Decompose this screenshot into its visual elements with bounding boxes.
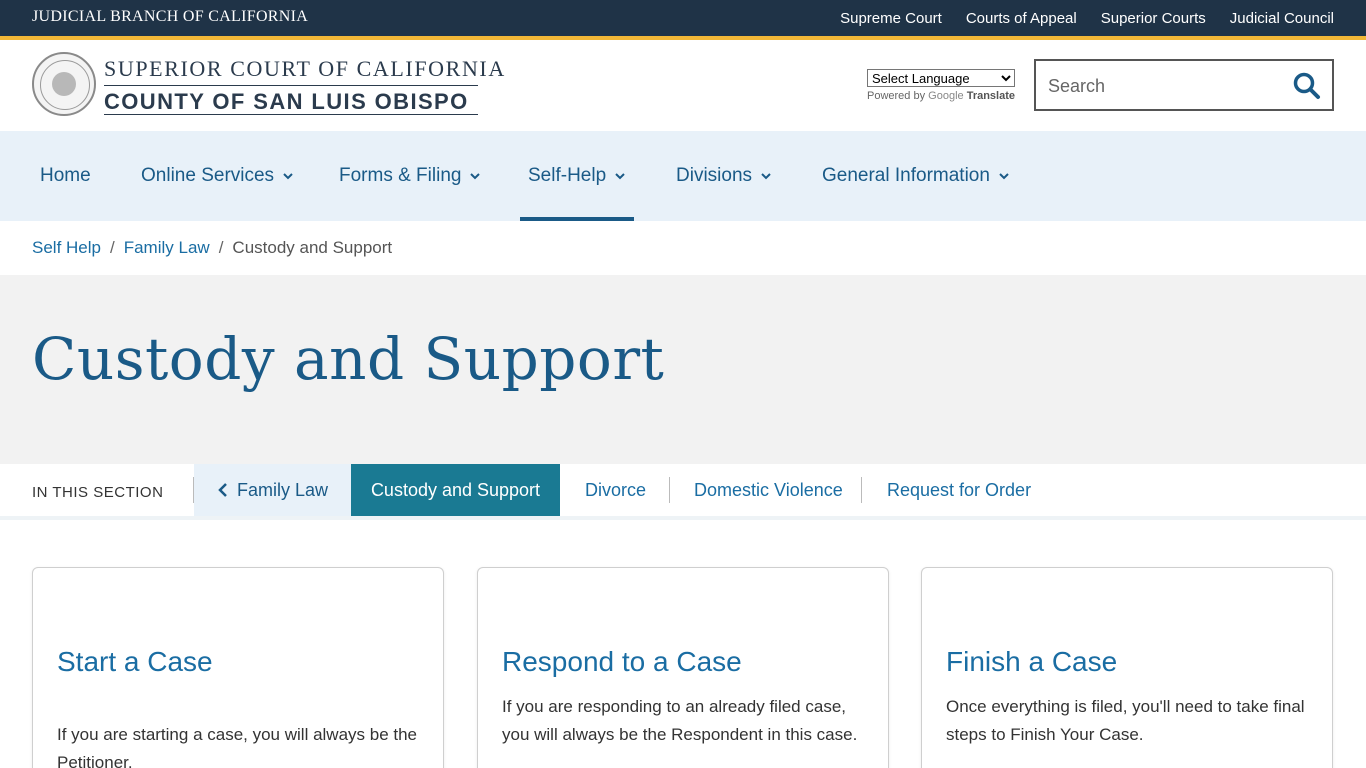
site-header: SUPERIOR COURT OF CALIFORNIA COUNTY OF S… [0,40,1366,131]
section-back-label: Family Law [236,479,329,500]
top-link-judicial-council[interactable]: Judicial Council [1230,10,1334,27]
nav-item-label: Divisions [676,165,753,186]
top-links: Supreme Court Courts of Appeal Superior … [816,0,1334,36]
section-underline [0,516,1366,520]
card-respond-to-a-case[interactable]: Respond to a Case If you are responding … [477,567,889,768]
google-logo-text: Google [928,90,964,102]
nav-item-general-information[interactable]: General Information [822,131,1010,221]
section-tab-domestic-violence[interactable]: Domestic Violence [694,464,843,516]
chevron-down-icon [615,173,625,180]
nav-item-label: Self-Help [528,165,607,186]
card-finish-a-case[interactable]: Finish a Case Once everything is filed, … [921,567,1333,768]
top-link-courts-of-appeal[interactable]: Courts of Appeal [966,10,1077,27]
chevron-down-icon [470,173,481,180]
page-hero: Custody and Support [0,275,1366,464]
section-divider [861,477,862,503]
breadcrumb-current: Custody and Support [232,238,393,257]
nav-item-forms-filing[interactable]: Forms & Filing [339,131,481,221]
nav-item-divisions[interactable]: Divisions [676,131,772,221]
powered-by-text: Powered by [867,90,926,102]
section-back-family-law[interactable]: Family Law [194,464,351,516]
search-input[interactable] [1048,73,1278,99]
breadcrumb-separator: / [218,238,224,257]
section-label: IN THIS SECTION [32,484,164,501]
section-tab-divorce[interactable]: Divorce [585,464,646,516]
top-link-supreme-court[interactable]: Supreme Court [840,10,942,27]
section-divider [669,477,670,503]
card-title[interactable]: Respond to a Case [502,646,742,678]
breadcrumb-separator: / [109,238,115,257]
chevron-down-icon [761,173,771,180]
card-title[interactable]: Finish a Case [946,646,1117,678]
top-link-superior-courts[interactable]: Superior Courts [1101,10,1206,27]
nav-item-self-help[interactable]: Self-Help [519,131,635,221]
breadcrumb-self-help[interactable]: Self Help [32,238,101,258]
breadcrumb-family-law[interactable]: Family Law [124,238,210,258]
judicial-branch-name[interactable]: JUDICIAL BRANCH OF CALIFORNIA [32,8,308,26]
chevron-down-icon [999,173,1009,180]
section-navigation: IN THIS SECTION Family Law Custody and S… [0,464,1366,516]
court-name-line2[interactable]: COUNTY OF SAN LUIS OBISPO [104,89,469,115]
search-box [1034,59,1334,111]
nav-item-label: Home [40,165,91,186]
section-tab-custody-support[interactable]: Custody and Support [351,464,560,516]
main-navigation: Home Online Services Forms & Filing Self… [0,131,1366,221]
chevron-down-icon [283,173,293,180]
translate-link[interactable]: Translate [967,90,1015,102]
breadcrumb: Self Help / Family Law / Custody and Sup… [32,237,392,259]
section-tab-request-for-order[interactable]: Request for Order [887,464,1031,516]
chevron-left-icon [218,483,227,497]
language-select[interactable]: Select Language [867,69,1015,87]
nav-item-label: Forms & Filing [339,165,462,186]
card-text: If you are responding to an already file… [502,697,858,744]
search-button[interactable] [1290,69,1324,103]
nav-item-online-services[interactable]: Online Services [141,131,294,221]
card-text: If you are starting a case, you will alw… [57,725,418,768]
nav-item-label: General Information [822,165,990,186]
nav-item-home[interactable]: Home [40,131,91,221]
logo-divider [104,85,478,86]
top-utility-bar: JUDICIAL BRANCH OF CALIFORNIA Supreme Co… [0,0,1366,36]
powered-by-google-translate: Powered by Google Translate [867,90,1015,102]
nav-item-label: Online Services [141,165,275,186]
court-name-line1[interactable]: SUPERIOR COURT OF CALIFORNIA [104,56,506,82]
card-text: Once everything is filed, you'll need to… [946,697,1305,744]
card-start-a-case[interactable]: Start a Case If you are starting a case,… [32,567,444,768]
court-seal-logo[interactable] [32,52,96,116]
card-title[interactable]: Start a Case [57,646,213,678]
logo-underline [104,114,478,115]
page-title: Custody and Support [32,325,665,393]
search-icon [1293,72,1320,99]
